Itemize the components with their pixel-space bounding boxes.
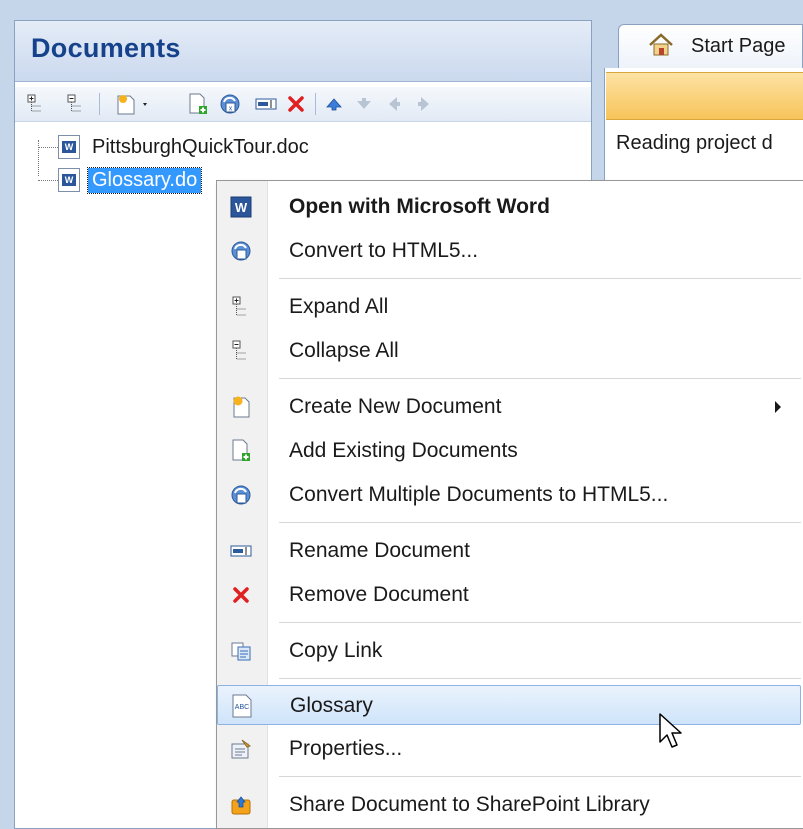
menu-item-label: Create New Document — [289, 395, 502, 418]
remove-tool[interactable] — [285, 93, 307, 115]
convert-icon — [229, 483, 253, 507]
convert-icon: x — [220, 94, 240, 114]
convert-icon — [229, 239, 253, 263]
menu-separator — [279, 522, 801, 523]
menu-item-share-sharepoint[interactable]: Share Document to SharePoint Library — [217, 785, 801, 825]
menu-item-add-existing[interactable]: Add Existing Documents — [217, 431, 801, 471]
collapse-all-tool[interactable] — [65, 93, 87, 115]
tab-start-page[interactable]: Start Page — [618, 24, 803, 68]
menu-separator — [279, 378, 801, 379]
start-page-banner — [606, 72, 803, 120]
menu-item-create-new-document[interactable]: Create New Document — [217, 387, 801, 427]
menu-item-convert-multiple[interactable]: Convert Multiple Documents to HTML5... — [217, 475, 801, 515]
menu-item-label: Properties... — [289, 737, 403, 760]
context-menu: W Open with Microsoft Word Convert to HT… — [216, 180, 803, 829]
menu-item-open-with-word[interactable]: W Open with Microsoft Word — [217, 187, 801, 227]
tree-item-pittsburgh[interactable]: W PittsburghQuickTour.doc — [58, 133, 313, 161]
arrow-left-icon — [389, 97, 400, 111]
word-document-icon: W — [58, 135, 80, 159]
convert-tool[interactable]: x — [219, 93, 241, 115]
tree-connector — [38, 180, 58, 181]
mouse-pointer-icon — [659, 713, 682, 748]
menu-item-remove-document[interactable]: Remove Document — [217, 575, 801, 615]
move-up-tool[interactable] — [323, 93, 345, 115]
menu-separator — [279, 678, 801, 679]
move-left-tool[interactable] — [383, 93, 405, 115]
expand-tree-icon — [229, 295, 253, 319]
menu-item-collapse-all[interactable]: Collapse All — [217, 331, 801, 371]
new-document-icon — [229, 395, 253, 419]
toolbar-separator — [315, 93, 316, 115]
tree-item-label: Glossary.do — [86, 166, 203, 194]
rename-icon — [229, 539, 253, 563]
arrow-up-icon — [326, 98, 342, 111]
word-icon: W — [229, 195, 253, 219]
menu-item-expand-all[interactable]: Expand All — [217, 287, 801, 327]
submenu-arrow-icon — [775, 401, 781, 413]
glossary-icon: ABC — [230, 694, 254, 718]
menu-item-label: Remove Document — [289, 583, 469, 606]
menu-item-rename-document[interactable]: Rename Document — [217, 531, 801, 571]
new-document-tool[interactable] — [113, 93, 153, 115]
menu-item-properties[interactable]: Properties... — [217, 729, 801, 769]
menu-item-copy-link[interactable]: Copy Link — [217, 631, 801, 671]
panel-title: Documents — [31, 33, 181, 63]
menu-separator — [279, 622, 801, 623]
move-down-tool[interactable] — [353, 93, 375, 115]
menu-item-label: Rename Document — [289, 539, 470, 562]
menu-separator — [279, 776, 801, 777]
tree-connector — [38, 147, 58, 148]
tree-connector — [38, 140, 39, 176]
copy-link-icon — [229, 639, 253, 663]
menu-item-label: Convert to HTML5... — [289, 239, 479, 262]
rename-tool[interactable] — [255, 93, 277, 115]
menu-item-label: Share Document to SharePoint Library — [289, 793, 650, 816]
status-text: Reading project d — [616, 132, 773, 154]
tab-label: Start Page — [691, 35, 786, 57]
menu-item-label: Expand All — [289, 295, 389, 318]
arrow-down-icon — [357, 98, 371, 109]
remove-icon — [229, 583, 253, 607]
rename-icon — [255, 98, 277, 110]
menu-item-convert-html5[interactable]: Convert to HTML5... — [217, 231, 801, 271]
menu-separator — [279, 278, 801, 279]
sharepoint-icon — [229, 793, 253, 817]
menu-item-label: Glossary — [290, 694, 373, 717]
expand-all-tool[interactable] — [25, 93, 47, 115]
window-frame — [0, 0, 803, 20]
menu-item-label: Collapse All — [289, 339, 399, 362]
arrow-right-icon — [418, 97, 429, 111]
collapse-tree-icon — [229, 339, 253, 363]
word-document-icon: W — [58, 168, 80, 192]
tree-item-label: PittsburghQuickTour.doc — [92, 135, 309, 158]
svg-text:ABC: ABC — [235, 704, 249, 711]
panel-toolbar: x — [15, 87, 591, 122]
menu-item-label: Add Existing Documents — [289, 439, 518, 462]
svg-text:W: W — [235, 200, 248, 215]
add-document-icon — [189, 93, 207, 114]
home-icon — [649, 33, 673, 56]
toolbar-separator — [99, 93, 100, 115]
window-frame-left — [0, 0, 14, 829]
panel-header: Documents — [15, 21, 591, 82]
menu-item-glossary[interactable]: ABC Glossary — [217, 685, 801, 725]
menu-item-label: Open with Microsoft Word — [289, 195, 550, 218]
remove-icon — [288, 96, 304, 112]
add-existing-tool[interactable] — [187, 93, 209, 115]
menu-item-label: Convert Multiple Documents to HTML5... — [289, 483, 669, 506]
new-document-icon — [117, 95, 147, 115]
move-right-tool[interactable] — [413, 93, 435, 115]
collapse-tree-icon — [67, 94, 81, 112]
tree-item-glossary[interactable]: W Glossary.do — [58, 166, 203, 194]
add-document-icon — [229, 439, 253, 463]
svg-text:x: x — [229, 106, 233, 113]
properties-icon — [229, 737, 253, 761]
expand-tree-icon — [27, 94, 41, 112]
menu-item-label: Copy Link — [289, 639, 383, 662]
